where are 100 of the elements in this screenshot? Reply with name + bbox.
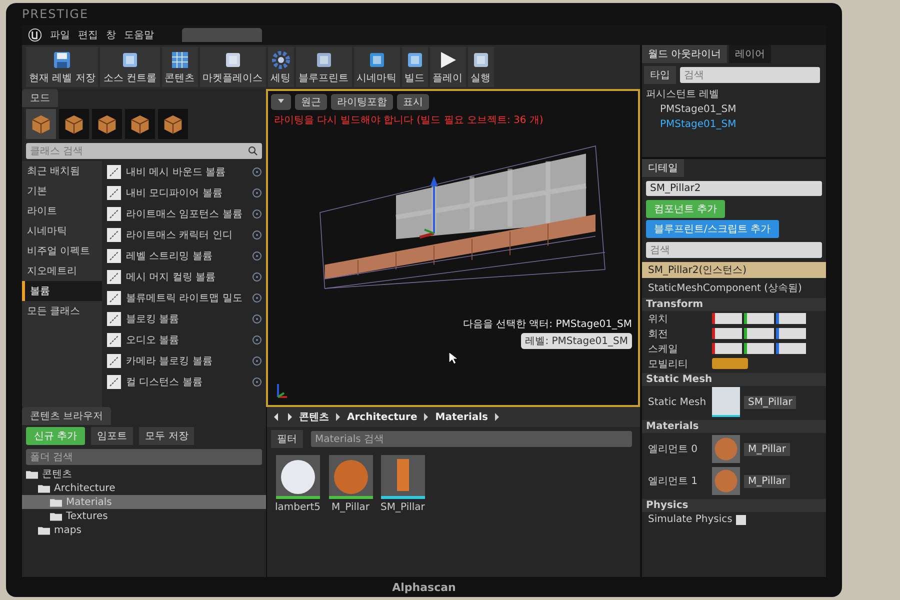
name-field[interactable]: SM_Pillar2: [646, 181, 822, 196]
menu-item[interactable]: 편집: [78, 28, 98, 42]
class-item[interactable]: 메시 머지 컬링 볼륨: [126, 270, 248, 284]
toolbar-button[interactable]: 시네마틱: [354, 47, 400, 87]
section-header[interactable]: Static Mesh: [642, 373, 826, 386]
viewport-button[interactable]: 표시: [397, 94, 429, 110]
asset-dropdown[interactable]: M_Pillar: [744, 442, 790, 456]
viewport-button[interactable]: 원근: [295, 94, 327, 110]
type-filter-button[interactable]: 타입: [644, 66, 676, 84]
grid-icon: [170, 50, 190, 70]
z-value-field[interactable]: [776, 328, 806, 339]
category-item[interactable]: 시네마틱: [22, 221, 102, 241]
back-forward-icon[interactable]: [273, 412, 293, 422]
category-item[interactable]: 비주얼 이펙트: [22, 241, 102, 261]
class-item[interactable]: 블로킹 볼륨: [126, 312, 248, 326]
import-button[interactable]: 임포트: [91, 427, 134, 445]
folder-item[interactable]: maps: [22, 523, 266, 537]
toolbar-button[interactable]: 마켓플레이스: [200, 47, 266, 87]
x-value-field[interactable]: [712, 328, 742, 339]
mode-icon[interactable]: [26, 109, 56, 139]
viewport-button[interactable]: 라이팅포함: [331, 94, 393, 110]
section-header[interactable]: Physics: [642, 499, 826, 512]
x-value-field[interactable]: [712, 313, 742, 324]
folder-item[interactable]: Textures: [22, 509, 266, 523]
folder-item[interactable]: Architecture: [22, 481, 266, 495]
toolbar-button[interactable]: 블루프린트: [296, 47, 352, 87]
outliner-item[interactable]: 퍼시스턴트 레벨: [642, 87, 826, 102]
x-value-field[interactable]: [712, 343, 742, 354]
info-icon[interactable]: [252, 376, 262, 386]
toolbar-button[interactable]: 콘텐츠: [162, 47, 198, 87]
z-value-field[interactable]: [776, 343, 806, 354]
folder-item[interactable]: 콘텐츠: [22, 467, 266, 481]
category-item[interactable]: 최근 배치됨: [22, 161, 102, 181]
info-icon[interactable]: [252, 292, 262, 302]
class-item[interactable]: 컬 디스턴스 볼륨: [126, 374, 248, 388]
category-item[interactable]: 모든 클래스: [22, 301, 102, 321]
asset-dropdown[interactable]: M_Pillar: [744, 474, 790, 488]
panel-tab[interactable]: 레이어: [729, 45, 772, 63]
class-item[interactable]: 내비 모디파이어 볼륨: [126, 186, 248, 200]
component-item[interactable]: StaticMeshComponent (상속됨): [642, 280, 826, 296]
toolbar-button[interactable]: 빌드: [402, 47, 428, 87]
info-icon[interactable]: [252, 208, 262, 218]
info-icon[interactable]: [252, 166, 262, 176]
modes-tab[interactable]: 모드: [22, 89, 58, 107]
z-value-field[interactable]: [776, 313, 806, 324]
toolbar-button[interactable]: 실행: [468, 47, 494, 87]
category-item[interactable]: 지오메트리: [22, 261, 102, 281]
y-value-field[interactable]: [744, 313, 774, 324]
category-item[interactable]: 기본: [22, 181, 102, 201]
asset-dropdown[interactable]: SM_Pillar: [744, 396, 796, 408]
mode-icon[interactable]: [92, 109, 122, 139]
mode-icon[interactable]: [125, 109, 155, 139]
panel-tab[interactable]: 월드 아웃라이너: [642, 45, 728, 63]
save-all-button[interactable]: 모두 저장: [139, 427, 194, 445]
viewport[interactable]: 원근 라이팅포함 표시 라이팅을 다시 빌드해야 합니다 (빌드 필요 오브젝트: 36 개) 다음을 선택한 액터: PMStage01_SM 레벨: PMStage01_SM: [266, 89, 640, 407]
section-header[interactable]: Transform: [642, 298, 826, 311]
class-item[interactable]: 오디오 볼륨: [126, 332, 248, 346]
toolbar-button[interactable]: 플레이: [430, 47, 466, 87]
toolbar-button[interactable]: 세팅: [268, 47, 294, 87]
section-header[interactable]: Materials: [642, 420, 826, 433]
breadcrumb-link[interactable]: Materials: [435, 412, 488, 422]
folder-icon: [38, 484, 50, 492]
details-tab[interactable]: 디테일: [642, 159, 684, 177]
mobility-toggle[interactable]: [712, 358, 748, 369]
y-value-field[interactable]: [744, 343, 774, 354]
info-icon[interactable]: [252, 230, 262, 240]
save-icon: [52, 50, 72, 70]
property-label: Simulate Physics: [648, 514, 732, 525]
content-browser-tab[interactable]: 콘텐츠 브라우저: [22, 407, 112, 425]
menu-item[interactable]: 파일: [50, 28, 70, 42]
checkbox[interactable]: [736, 514, 746, 524]
info-icon[interactable]: [252, 314, 262, 324]
component-item[interactable]: SM_Pillar2(인스턴스): [642, 262, 826, 278]
info-icon[interactable]: [252, 272, 262, 282]
folder-item[interactable]: Materials: [22, 495, 266, 509]
outliner-item[interactable]: PMStage01_SM: [642, 117, 826, 132]
class-item[interactable]: 라이트매스 캐릭터 인디: [126, 228, 248, 242]
class-item[interactable]: 카메라 블로킹 볼륨: [126, 354, 248, 368]
mode-icon[interactable]: [158, 109, 188, 139]
info-icon[interactable]: [252, 334, 262, 344]
category-item[interactable]: 라이트: [22, 201, 102, 221]
breadcrumb-link[interactable]: 콘텐츠: [299, 410, 329, 424]
class-item[interactable]: 내비 메시 바운드 볼륨: [126, 164, 248, 178]
viewport-menu-button[interactable]: [271, 94, 291, 110]
class-item[interactable]: 라이트매스 임포턴스 볼륨: [126, 206, 248, 220]
info-icon[interactable]: [252, 188, 262, 198]
menu-item[interactable]: 도움말: [124, 28, 154, 42]
info-icon[interactable]: [252, 250, 262, 260]
mode-icon[interactable]: [59, 109, 89, 139]
info-icon[interactable]: [252, 356, 262, 366]
category-item[interactable]: 볼륨: [22, 281, 102, 301]
class-item[interactable]: 레벨 스트리밍 볼륨: [126, 248, 248, 262]
outliner-item[interactable]: PMStage01_SM: [642, 102, 826, 117]
toolbar-button[interactable]: 소스 컨트롤: [100, 47, 160, 87]
y-value-field[interactable]: [744, 328, 774, 339]
class-item[interactable]: 볼류메트릭 라이트맵 밀도: [126, 290, 248, 304]
menu-item[interactable]: 창: [106, 28, 116, 42]
toolbar-button[interactable]: 현재 레벨 저장: [26, 47, 98, 87]
breadcrumb-link[interactable]: Architecture: [347, 412, 418, 422]
filter-button[interactable]: 필터: [271, 430, 303, 448]
